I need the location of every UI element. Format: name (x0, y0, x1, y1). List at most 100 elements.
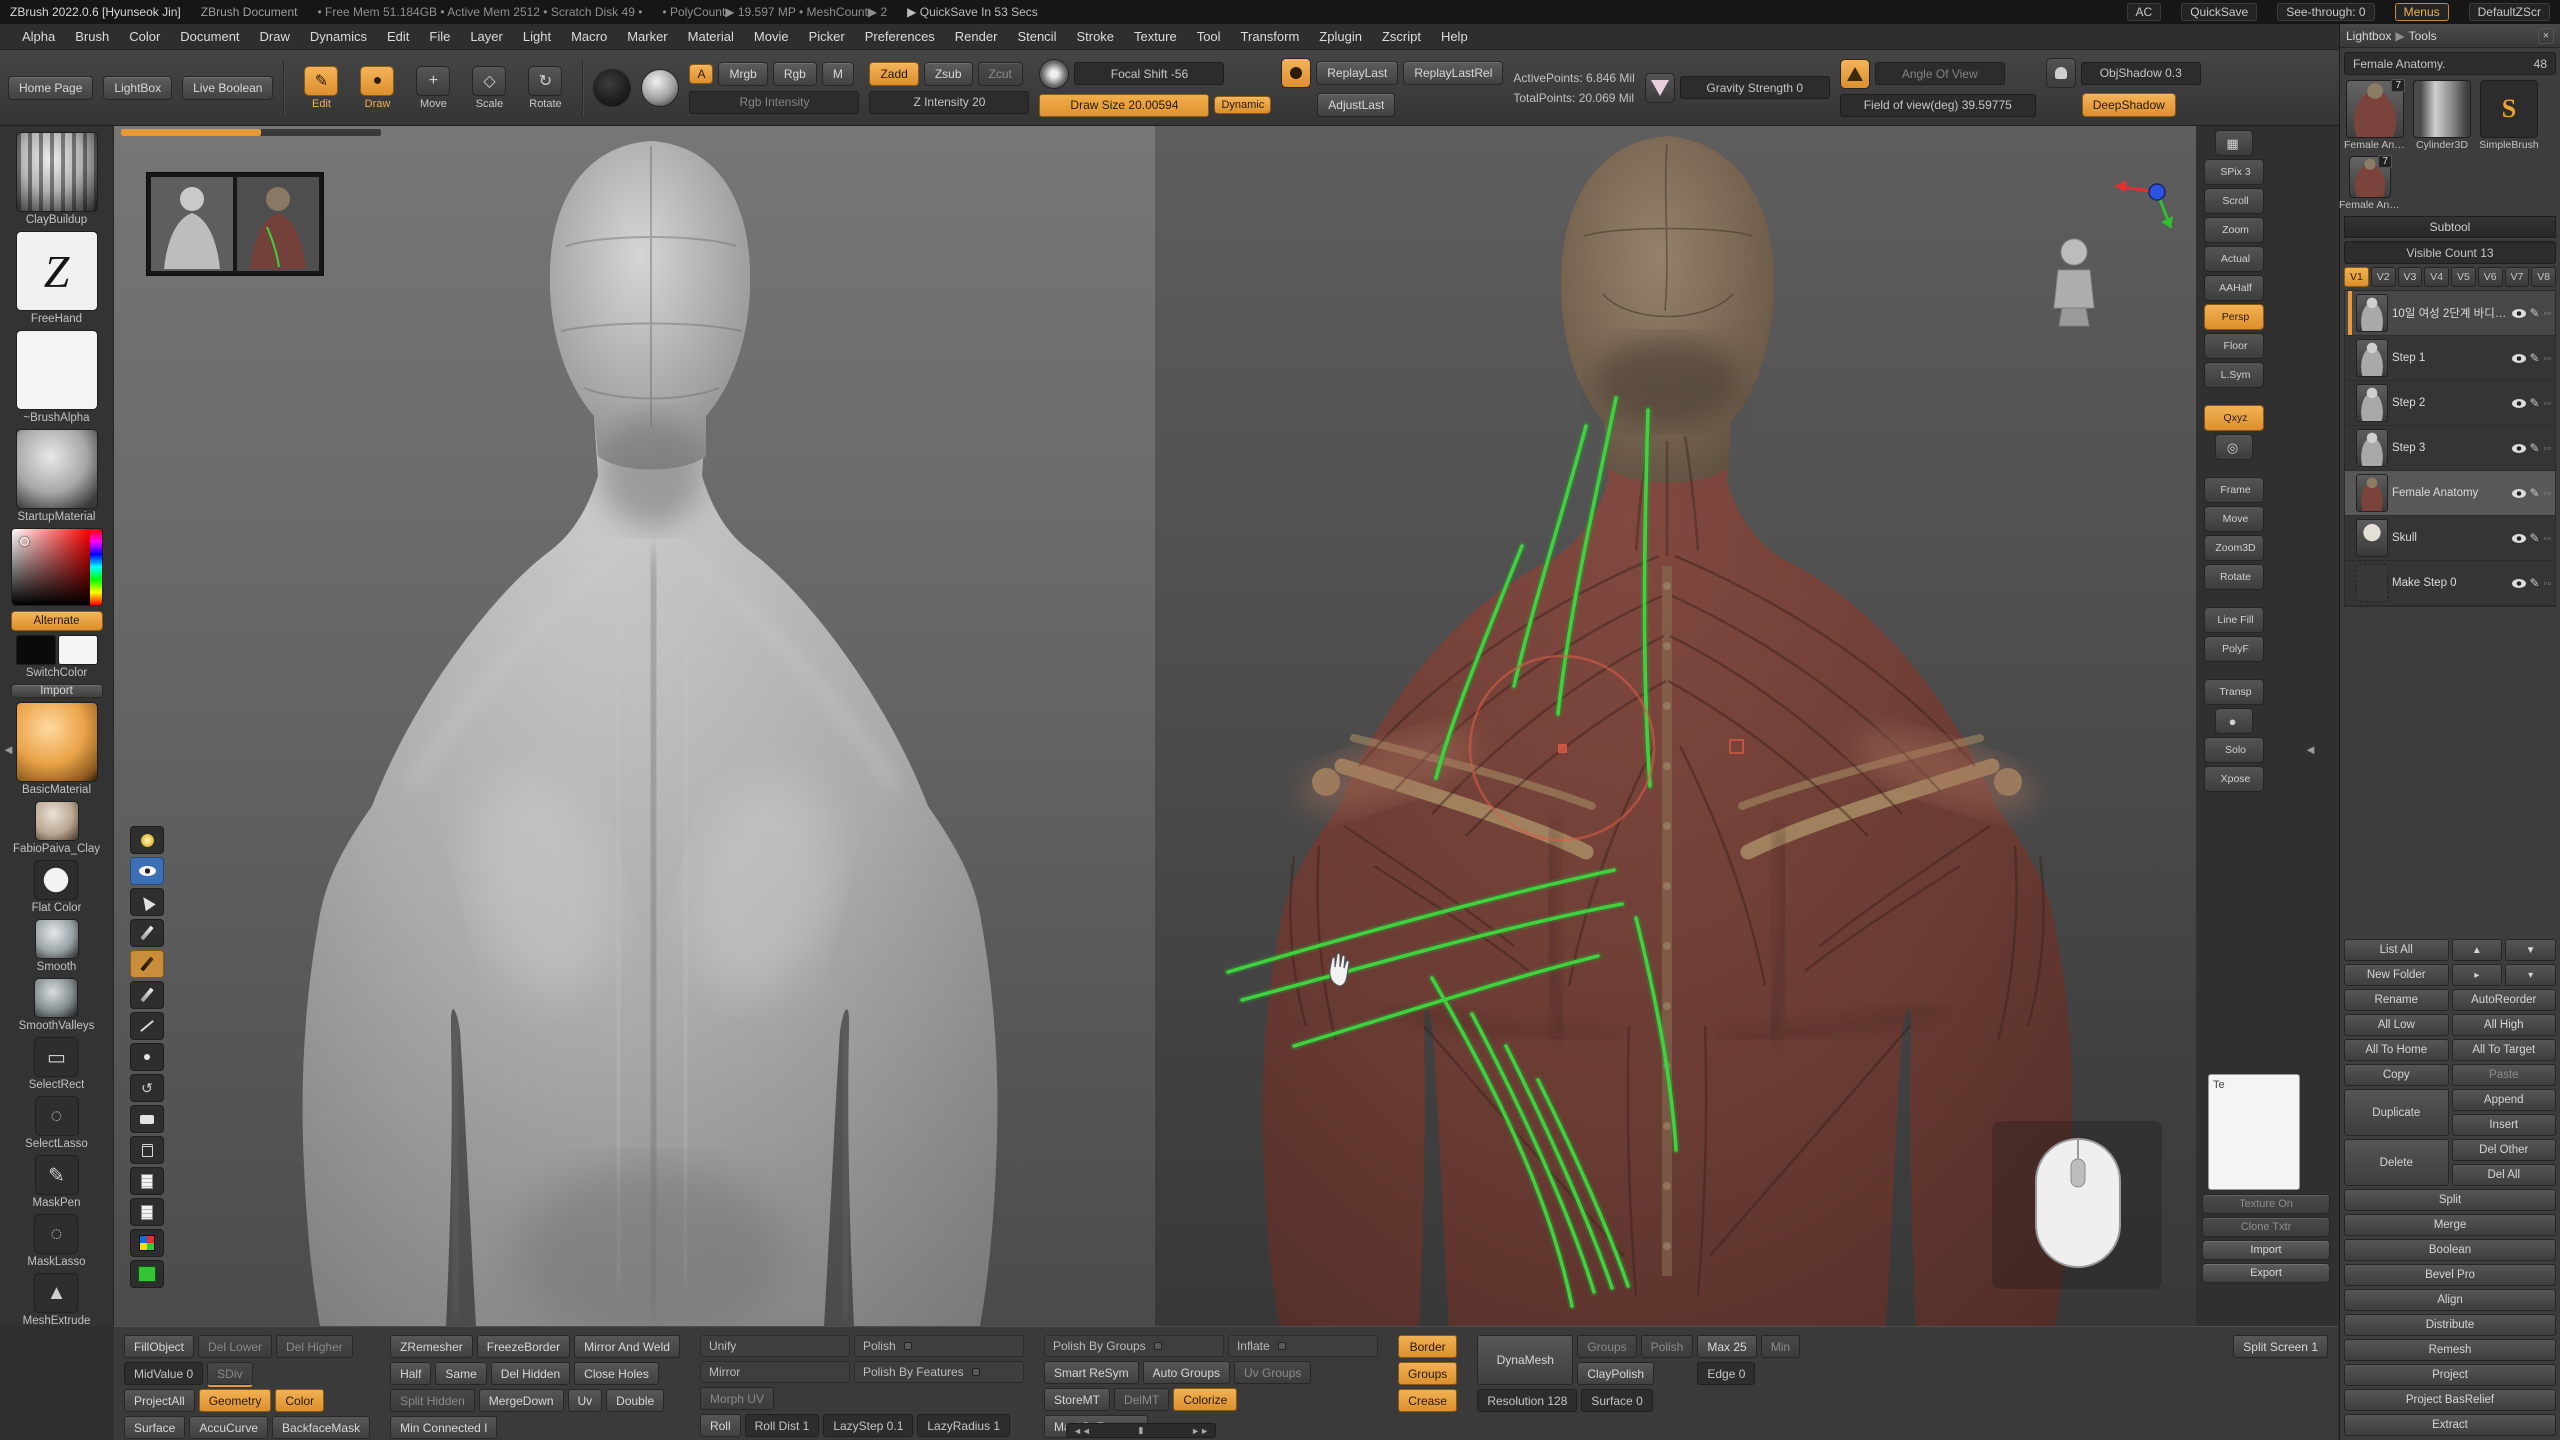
backfacemask-button[interactable]: BackfaceMask (272, 1416, 370, 1439)
gravity-strength-slider[interactable]: Gravity Strength 0 (1680, 76, 1830, 99)
duplicate-button[interactable]: Duplicate (2344, 1089, 2449, 1136)
menu-item[interactable]: Layer (460, 27, 513, 46)
eye-icon[interactable] (130, 857, 164, 885)
subtool-mini-icons[interactable]: ▫▫ (2544, 353, 2552, 363)
visibility-eye-icon[interactable] (2512, 399, 2526, 408)
inflate-mode-dot[interactable] (1278, 1342, 1286, 1350)
mode-button[interactable]: ◇ Scale (462, 66, 516, 110)
boolean-button[interactable]: Boolean (2344, 1239, 2556, 1261)
merge-button[interactable]: Merge (2344, 1214, 2556, 1236)
auto-groups-button[interactable]: Auto Groups (1143, 1361, 1230, 1384)
hue-strip[interactable] (90, 529, 102, 605)
menu-item[interactable]: Zscript (1372, 27, 1431, 46)
right-shelf-item[interactable]: Floor (2204, 333, 2264, 359)
copy-button[interactable]: Copy (2344, 1064, 2449, 1086)
right-shelf-item[interactable]: Xpose (2204, 766, 2264, 792)
max-angle-button[interactable]: Max 25 (1697, 1335, 1756, 1358)
brush-maskpen-thumbnail[interactable]: ✎ (35, 1155, 79, 1195)
material-fabiopaiva-thumbnail[interactable] (35, 801, 79, 841)
camera-mannequin[interactable] (2032, 236, 2118, 328)
lazyradius-slider[interactable]: LazyRadius 1 (917, 1414, 1010, 1437)
menu-item[interactable]: Preferences (855, 27, 945, 46)
visibility-eye-icon[interactable] (2512, 309, 2526, 318)
del-hidden-button[interactable]: Del Hidden (491, 1362, 570, 1385)
right-shelf-item[interactable]: Move (2204, 506, 2264, 532)
mode-button[interactable]: ↻ Rotate (518, 66, 572, 110)
polish-by-features-bar[interactable]: Polish By Features (854, 1361, 1024, 1383)
mrgb-button[interactable]: Mrgb (718, 62, 767, 86)
menu-item[interactable]: Stencil (1007, 27, 1066, 46)
import-button[interactable]: Import (11, 684, 103, 698)
min-connected-button[interactable]: Min Connected I (390, 1416, 497, 1439)
see-through-slider[interactable]: See-through: 0 (2277, 3, 2374, 21)
dynamesh-polish-toggle[interactable]: Polish (1641, 1335, 1694, 1358)
menu-item[interactable]: Edit (377, 27, 419, 46)
polypaint-brush-icon[interactable]: ✎ (2530, 531, 2540, 545)
line-tool-icon[interactable] (130, 1012, 164, 1040)
project-basrelief-button[interactable]: Project BasRelief (2344, 1389, 2556, 1411)
edge-slider[interactable]: Edge 0 (1697, 1362, 1755, 1385)
del-other-button[interactable]: Del Other (2452, 1139, 2557, 1161)
right-shelf-item[interactable]: SPix 3 (2204, 159, 2264, 185)
current-texture-thumbnail[interactable] (16, 429, 98, 509)
objshadow-icon[interactable] (2046, 58, 2076, 88)
tool-item[interactable]: 7 Female Anatomy (2344, 156, 2396, 211)
autoreorder-button[interactable]: AutoReorder (2452, 989, 2557, 1011)
brush-smooth-thumbnail[interactable] (35, 919, 79, 959)
visible-count-slider[interactable]: Visible Count 13 (2344, 241, 2556, 264)
roll-dist-slider[interactable]: Roll Dist 1 (745, 1414, 820, 1437)
undo-icon[interactable]: ↺ (130, 1074, 164, 1102)
zsub-button[interactable]: Zsub (924, 62, 973, 86)
menu-item[interactable]: Transform (1231, 27, 1310, 46)
tools-tab[interactable]: Tools (2409, 29, 2437, 43)
main-color-swatch[interactable] (16, 635, 56, 665)
polypaint-brush-icon[interactable]: ✎ (2530, 306, 2540, 320)
material-preview-icon[interactable] (641, 69, 679, 107)
menu-item[interactable]: Zplugin (1309, 27, 1372, 46)
right-shelf-item[interactable]: Zoom3D (2204, 535, 2264, 561)
polypaint-brush-icon[interactable]: ✎ (2530, 576, 2540, 590)
replay-last-rel-button[interactable]: ReplayLastRel (1403, 61, 1503, 85)
clone-texture-button[interactable]: Clone Txtr (2202, 1217, 2330, 1237)
subtool-version-tab[interactable]: V4 (2424, 267, 2449, 287)
marker-icon[interactable] (130, 950, 164, 978)
lightbox-tab[interactable]: Lightbox (2346, 29, 2391, 43)
menu-item[interactable]: Texture (1124, 27, 1187, 46)
clipboard-icon[interactable] (130, 1167, 164, 1195)
polish-bar[interactable]: Polish (854, 1335, 1024, 1357)
right-tray-collapse-arrow[interactable]: ◄ (2304, 742, 2317, 757)
list-all-button[interactable]: List All (2344, 939, 2449, 961)
surface-slider[interactable]: Surface 0 (1581, 1389, 1652, 1412)
canvas-viewport[interactable]: ↺ (114, 126, 2196, 1326)
menu-item[interactable]: Macro (561, 27, 617, 46)
all-to-home-button[interactable]: All To Home (2344, 1039, 2449, 1061)
subtool-mini-icons[interactable]: ▫▫ (2544, 488, 2552, 498)
subtool-header[interactable]: Subtool (2344, 216, 2556, 238)
min-button[interactable]: Min (1761, 1335, 1800, 1358)
delete-button[interactable]: Delete (2344, 1139, 2449, 1186)
right-shelf-item[interactable]: Transp (2204, 679, 2264, 705)
subtool-version-tab[interactable]: V2 (2371, 267, 2396, 287)
morph-uv-button[interactable]: Morph UV (700, 1387, 774, 1410)
subtool-row[interactable]: Step 2 ✎ ▫▫ (2345, 381, 2555, 426)
lazystep-slider[interactable]: LazyStep 0.1 (823, 1414, 913, 1437)
brush-selectrect-thumbnail[interactable]: ▭ (34, 1037, 78, 1077)
right-shelf-item[interactable]: Zoom (2204, 217, 2264, 243)
tool-item[interactable]: Cylinder3D (2411, 80, 2473, 151)
tool-item[interactable]: 7 Female Anatomy (2344, 80, 2406, 151)
subtool-row[interactable]: Skull ✎ ▫▫ (2345, 516, 2555, 561)
texture-import-button[interactable]: Import (2202, 1240, 2330, 1260)
unify-bar[interactable]: Unify (700, 1335, 850, 1357)
menus-button[interactable]: Menus (2395, 3, 2449, 21)
dynamesh-groups-toggle[interactable]: Groups (1577, 1335, 1636, 1358)
roll-button[interactable]: Roll (700, 1414, 741, 1437)
color-selector[interactable] (20, 537, 29, 546)
fold-expand-icon[interactable]: ▾ (2505, 964, 2556, 986)
menu-item[interactable]: Dynamics (300, 27, 377, 46)
saturation-value-area[interactable] (12, 529, 90, 605)
trash-icon[interactable] (130, 1136, 164, 1164)
polypaint-brush-icon[interactable]: ✎ (2530, 351, 2540, 365)
tool-item[interactable]: S SimpleBrush (2478, 80, 2540, 151)
right-shelf-item[interactable]: ● (2215, 708, 2253, 734)
subtool-version-tab[interactable]: V7 (2505, 267, 2530, 287)
